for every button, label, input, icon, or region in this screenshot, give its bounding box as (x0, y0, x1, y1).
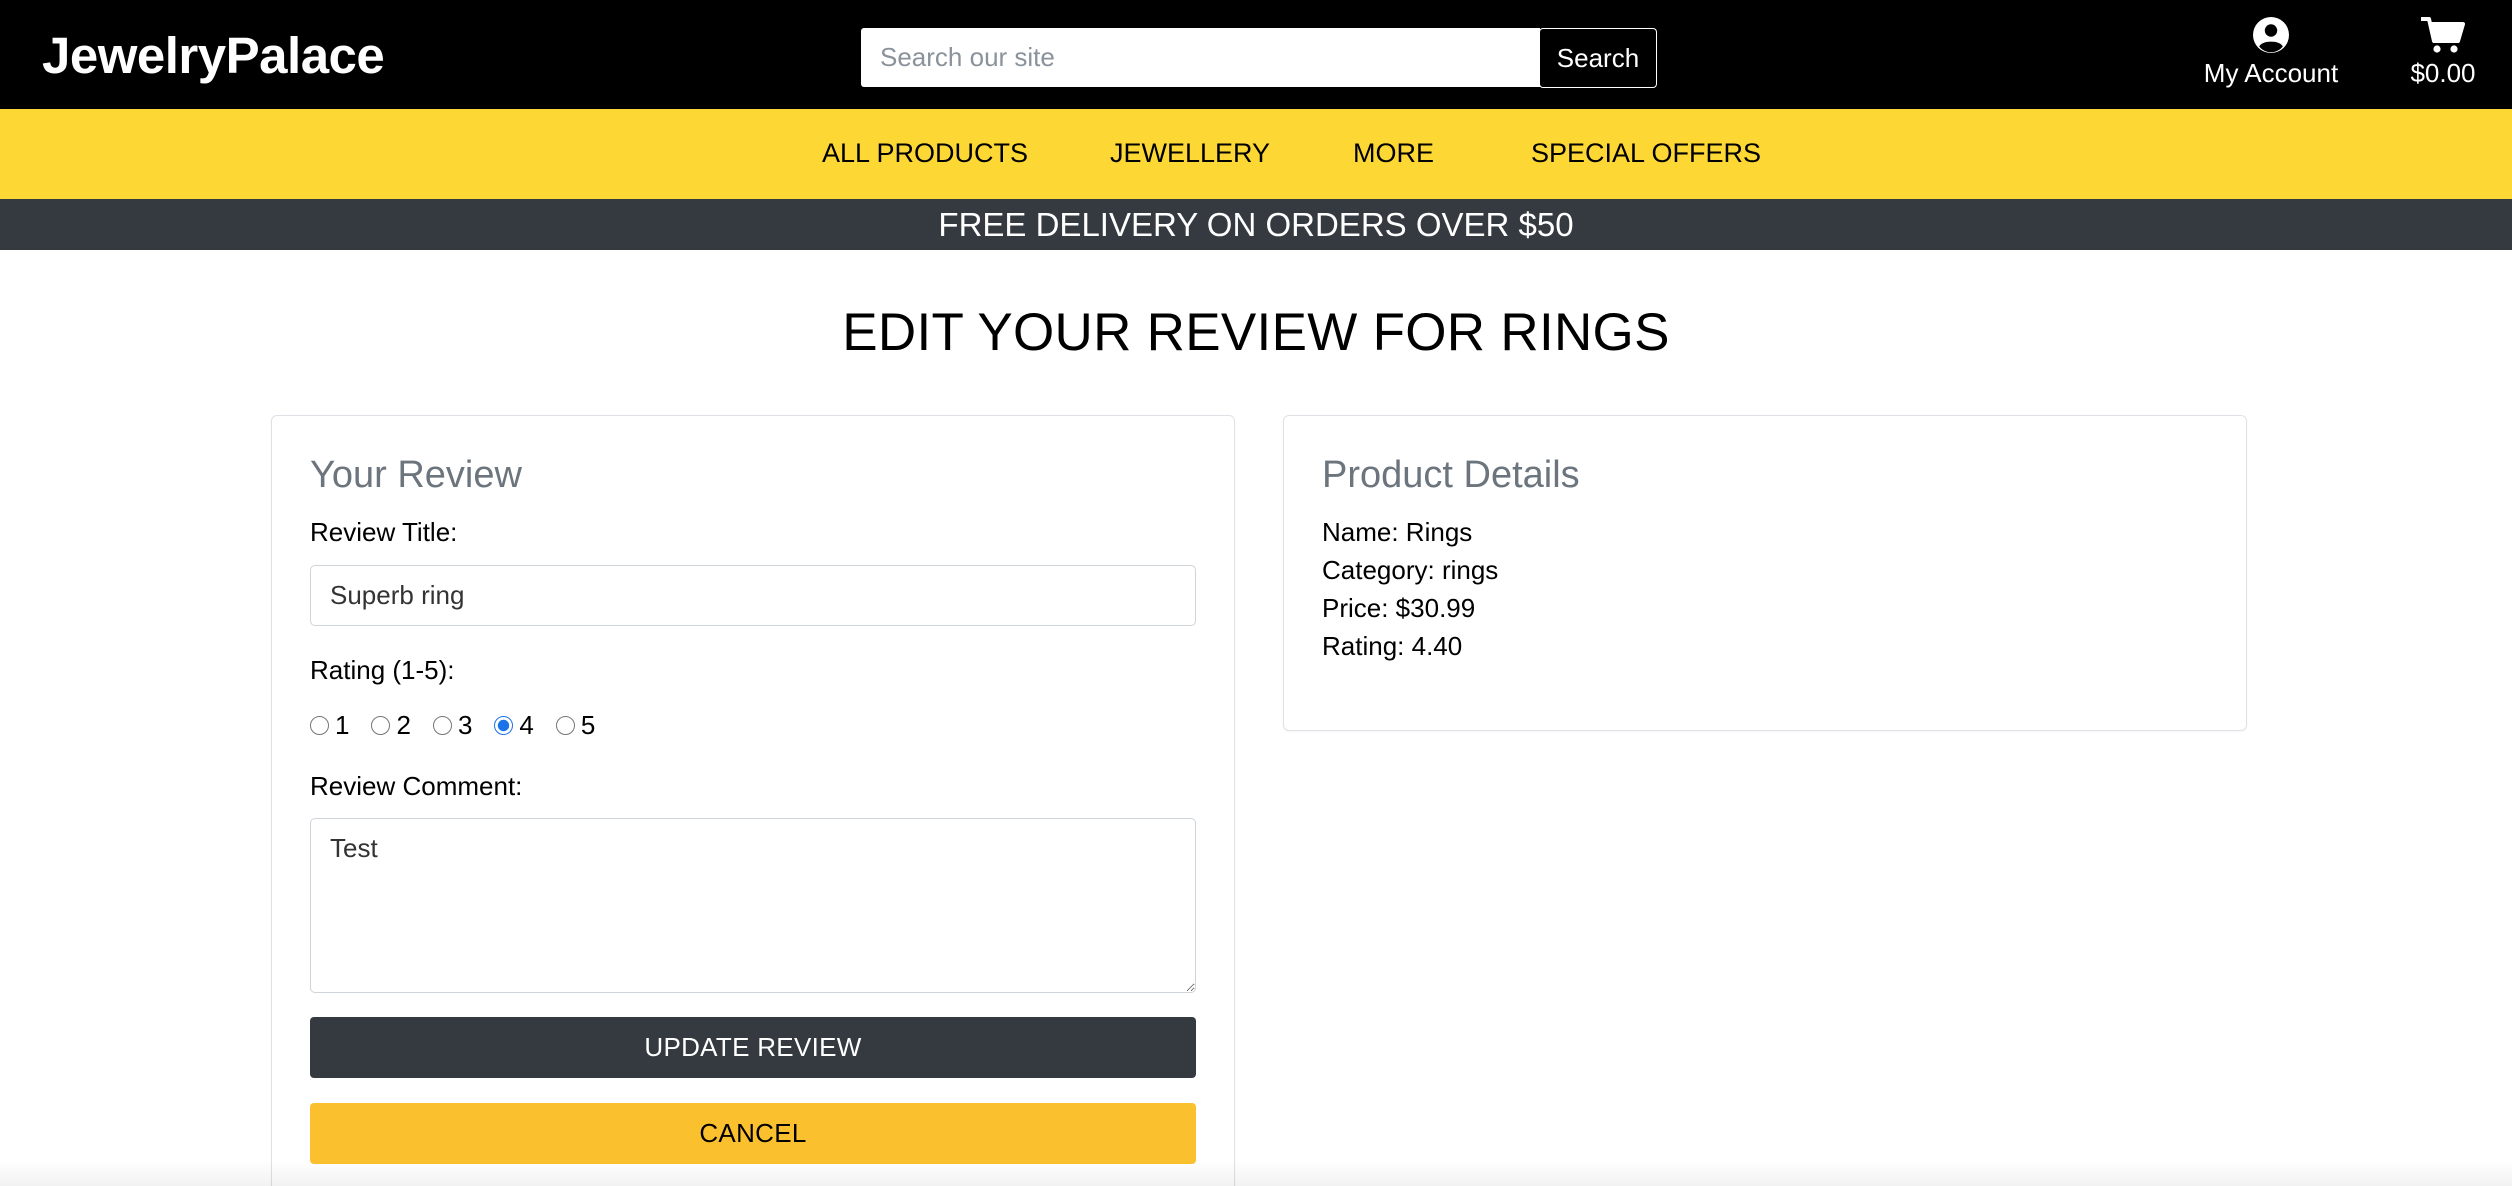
rating-option-label: 1 (335, 709, 350, 740)
nav-item-more[interactable]: MORE (1353, 138, 1434, 169)
rating-radio-4[interactable] (494, 715, 514, 735)
review-form-card: Your Review Review Title: Rating (1-5): … (271, 415, 1235, 1186)
rating-label: Rating (1-5): (310, 655, 455, 685)
product-rating: Rating: 4.40 (1322, 631, 1463, 661)
nav-item-all-products[interactable]: ALL PRODUCTS (822, 138, 1028, 169)
search-button[interactable]: Search (1539, 28, 1657, 88)
rating-option-1[interactable]: 1 (310, 710, 349, 741)
rating-option-4[interactable]: 4 (494, 709, 534, 741)
cart-link[interactable]: $0.00 (2398, 16, 2488, 96)
review-card-heading: Your Review (310, 454, 522, 496)
site-logo[interactable]: JewelryPalace (42, 26, 385, 86)
review-title-label: Review Title: (310, 517, 458, 547)
search-input[interactable] (861, 28, 1540, 87)
my-account-label: My Account (2203, 58, 2339, 88)
product-category: Category: rings (1322, 555, 1499, 585)
rating-radio-2[interactable] (371, 715, 391, 735)
review-title-input[interactable] (310, 565, 1196, 626)
rating-option-3[interactable]: 3 (432, 709, 473, 741)
product-details-card: Product Details Name: Rings Category: ri… (1283, 415, 2247, 731)
nav-item-special-offers[interactable]: SPECIAL OFFERS (1531, 138, 1761, 169)
rating-radio-3[interactable] (432, 715, 452, 735)
shopping-cart-icon (2421, 17, 2465, 53)
update-review-button[interactable]: UPDATE REVIEW (310, 1017, 1196, 1078)
free-delivery-banner: FREE DELIVERY ON ORDERS OVER $50 (0, 199, 2512, 250)
rating-radio-1[interactable] (310, 715, 329, 735)
nav-item-jewellery[interactable]: JEWELLERY (1110, 138, 1270, 169)
product-name: Name: Rings (1322, 517, 1473, 547)
product-details-heading: Product Details (1322, 454, 1580, 496)
page-title: EDIT YOUR REVIEW FOR RINGS (842, 303, 1670, 362)
rating-radio-5[interactable] (555, 715, 575, 735)
my-account-link[interactable]: My Account (2196, 16, 2346, 96)
cart-total: $0.00 (2410, 58, 2476, 88)
rating-option-label: 2 (396, 709, 411, 740)
rating-option-label: 5 (580, 709, 596, 740)
rating-options: 1 2 3 4 5 (310, 707, 617, 743)
review-comment-label: Review Comment: (310, 771, 523, 801)
cancel-button[interactable]: CANCEL (310, 1103, 1196, 1164)
rating-option-label: 4 (519, 709, 534, 740)
user-circle-icon (2253, 17, 2289, 53)
rating-option-label: 3 (457, 709, 473, 740)
main-nav: ALL PRODUCTS JEWELLERY MORE SPECIAL OFFE… (0, 109, 2512, 199)
review-comment-textarea[interactable]: Test (310, 818, 1196, 993)
rating-option-2[interactable]: 2 (371, 709, 411, 741)
site-header: JewelryPalace Search My Account $0.00 (0, 0, 2512, 109)
product-price: Price: $30.99 (1322, 593, 1476, 623)
rating-option-5[interactable]: 5 (555, 709, 596, 741)
